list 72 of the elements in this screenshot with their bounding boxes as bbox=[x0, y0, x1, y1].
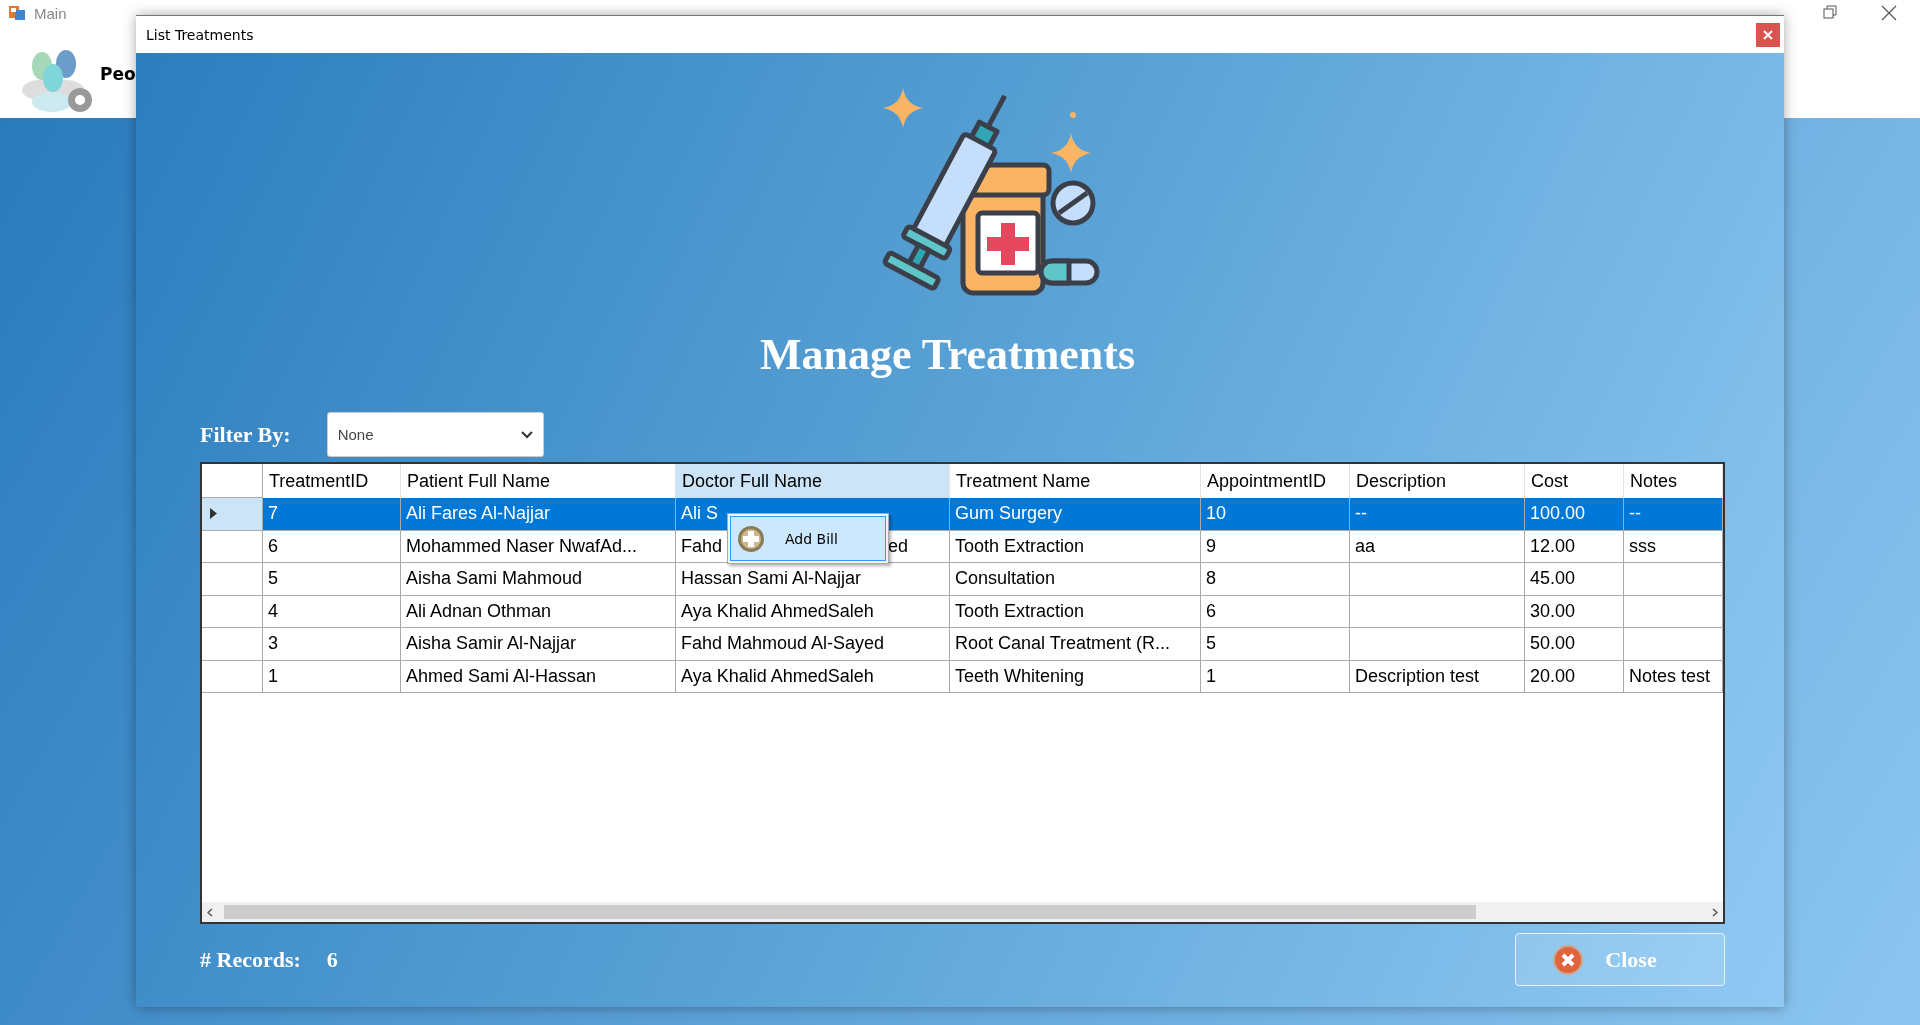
table-cell: 20.00 bbox=[1530, 665, 1576, 687]
table-cell: Tooth Extraction bbox=[955, 600, 1085, 622]
table-cell: Ali Fares Al-Najjar bbox=[406, 503, 551, 525]
filter-label: Filter By: bbox=[200, 421, 291, 448]
current-row-icon bbox=[210, 508, 217, 520]
table-cell: 8 bbox=[1206, 568, 1216, 590]
table-cell: Notes test bbox=[1629, 665, 1711, 687]
table-cell: Teeth Whitening bbox=[955, 665, 1085, 687]
table-cell: 3 bbox=[268, 633, 278, 655]
table-cell: Consultation bbox=[955, 568, 1056, 590]
table-cell: 45.00 bbox=[1530, 568, 1576, 590]
menu-item[interactable]: Add Bill bbox=[730, 516, 886, 561]
close-icon[interactable] bbox=[1880, 4, 1898, 22]
header-label: Peo bbox=[100, 64, 136, 84]
table-cell: 5 bbox=[1206, 633, 1216, 655]
filter-dropdown[interactable]: None bbox=[326, 412, 544, 457]
horizontal-scrollbar[interactable] bbox=[202, 902, 1723, 922]
table-cell: Ali Adnan Othman bbox=[406, 600, 552, 622]
table-cell: 4 bbox=[268, 600, 278, 622]
data-grid[interactable] bbox=[200, 462, 1725, 924]
table-row[interactable]: 3 Aisha Samir Al-Najjar Fahd Mahmoud Al-Sayed Root Canal Treatment (R... 5 50.00 bbox=[202, 628, 1723, 661]
close-icon bbox=[1763, 29, 1773, 40]
plus-icon bbox=[737, 524, 765, 553]
table-cell: Aisha Samir Al-Najjar bbox=[406, 633, 577, 655]
table-row[interactable]: 7 Ali Fares Al-Najjar Ali S Gum Surgery 10 -- 100.00 -- bbox=[202, 498, 1723, 531]
table-cell: 12.00 bbox=[1530, 535, 1576, 557]
table-cell: Hassan Sami Al-Najjar bbox=[681, 568, 862, 590]
column-header[interactable]: Doctor Full Name bbox=[676, 464, 950, 498]
table-cell: 1 bbox=[1206, 665, 1216, 687]
chevron-down-icon bbox=[520, 430, 533, 439]
table-cell: Fahd Mahmoud Al-Sayed bbox=[681, 633, 885, 655]
table-cell: 6 bbox=[268, 535, 278, 557]
page-heading: Manage Treatments bbox=[759, 329, 1136, 380]
table-row[interactable]: 4 Ali Adnan Othman Aya Khalid AhmedSaleh Tooth Extraction 6 30.00 bbox=[202, 595, 1723, 628]
table-cell: Aya Khalid AhmedSaleh bbox=[681, 600, 874, 622]
table-cell: 1 bbox=[268, 665, 278, 687]
table-cell: Tooth Extraction bbox=[955, 535, 1085, 557]
table-cell: 5 bbox=[268, 568, 278, 590]
header-corner bbox=[202, 464, 263, 498]
table-cell: Ahmed Sami Al-Hassan bbox=[406, 665, 597, 687]
records-count: 6 bbox=[326, 946, 338, 973]
window-title: Main bbox=[34, 4, 67, 22]
table-row[interactable]: 5 Aisha Sami Mahmoud Hassan Sami Al-Najjar Consultation 8 45.00 bbox=[202, 563, 1723, 596]
table-cell: Description test bbox=[1355, 665, 1480, 687]
close-button[interactable] bbox=[1756, 22, 1780, 47]
table-cell: 100.00 bbox=[1530, 503, 1586, 525]
table-cell: Gum Surgery bbox=[955, 503, 1063, 525]
dialog-title: List Treatments bbox=[146, 26, 254, 43]
close-icon bbox=[1553, 944, 1584, 975]
table-cell: Root Canal Treatment (R... bbox=[955, 633, 1171, 655]
app-icon bbox=[8, 4, 26, 22]
table-cell: Ali S bbox=[681, 503, 718, 525]
table-cell: Aisha Sami Mahmoud bbox=[406, 568, 583, 590]
records-label: # Records: bbox=[200, 946, 301, 973]
table-cell: 10 bbox=[1206, 503, 1227, 525]
table-cell: Fahd bbox=[681, 535, 723, 557]
table-cell: ed bbox=[887, 535, 908, 557]
table-cell: 6 bbox=[1206, 600, 1216, 622]
table-cell: Mohammed Naser NwafAd... bbox=[406, 535, 638, 557]
scroll-left-icon[interactable] bbox=[207, 907, 213, 917]
scroll-right-icon[interactable] bbox=[1712, 907, 1718, 917]
table-cell: aa bbox=[1355, 535, 1376, 557]
table-cell: 50.00 bbox=[1530, 633, 1576, 655]
table-cell: -- bbox=[1355, 503, 1367, 525]
restore-icon[interactable] bbox=[1822, 4, 1838, 20]
table-cell: 30.00 bbox=[1530, 600, 1576, 622]
table-cell: Aya Khalid AhmedSaleh bbox=[681, 665, 874, 687]
table-cell: -- bbox=[1629, 503, 1641, 525]
table-cell: sss bbox=[1629, 535, 1656, 557]
table-cell: 9 bbox=[1206, 535, 1216, 557]
table-cell: 7 bbox=[268, 503, 278, 525]
table-row[interactable]: 1 Ahmed Sami Al-Hassan Aya Khalid AhmedSaleh Teeth Whitening 1 Description test 20.00 Notes test bbox=[202, 660, 1723, 693]
